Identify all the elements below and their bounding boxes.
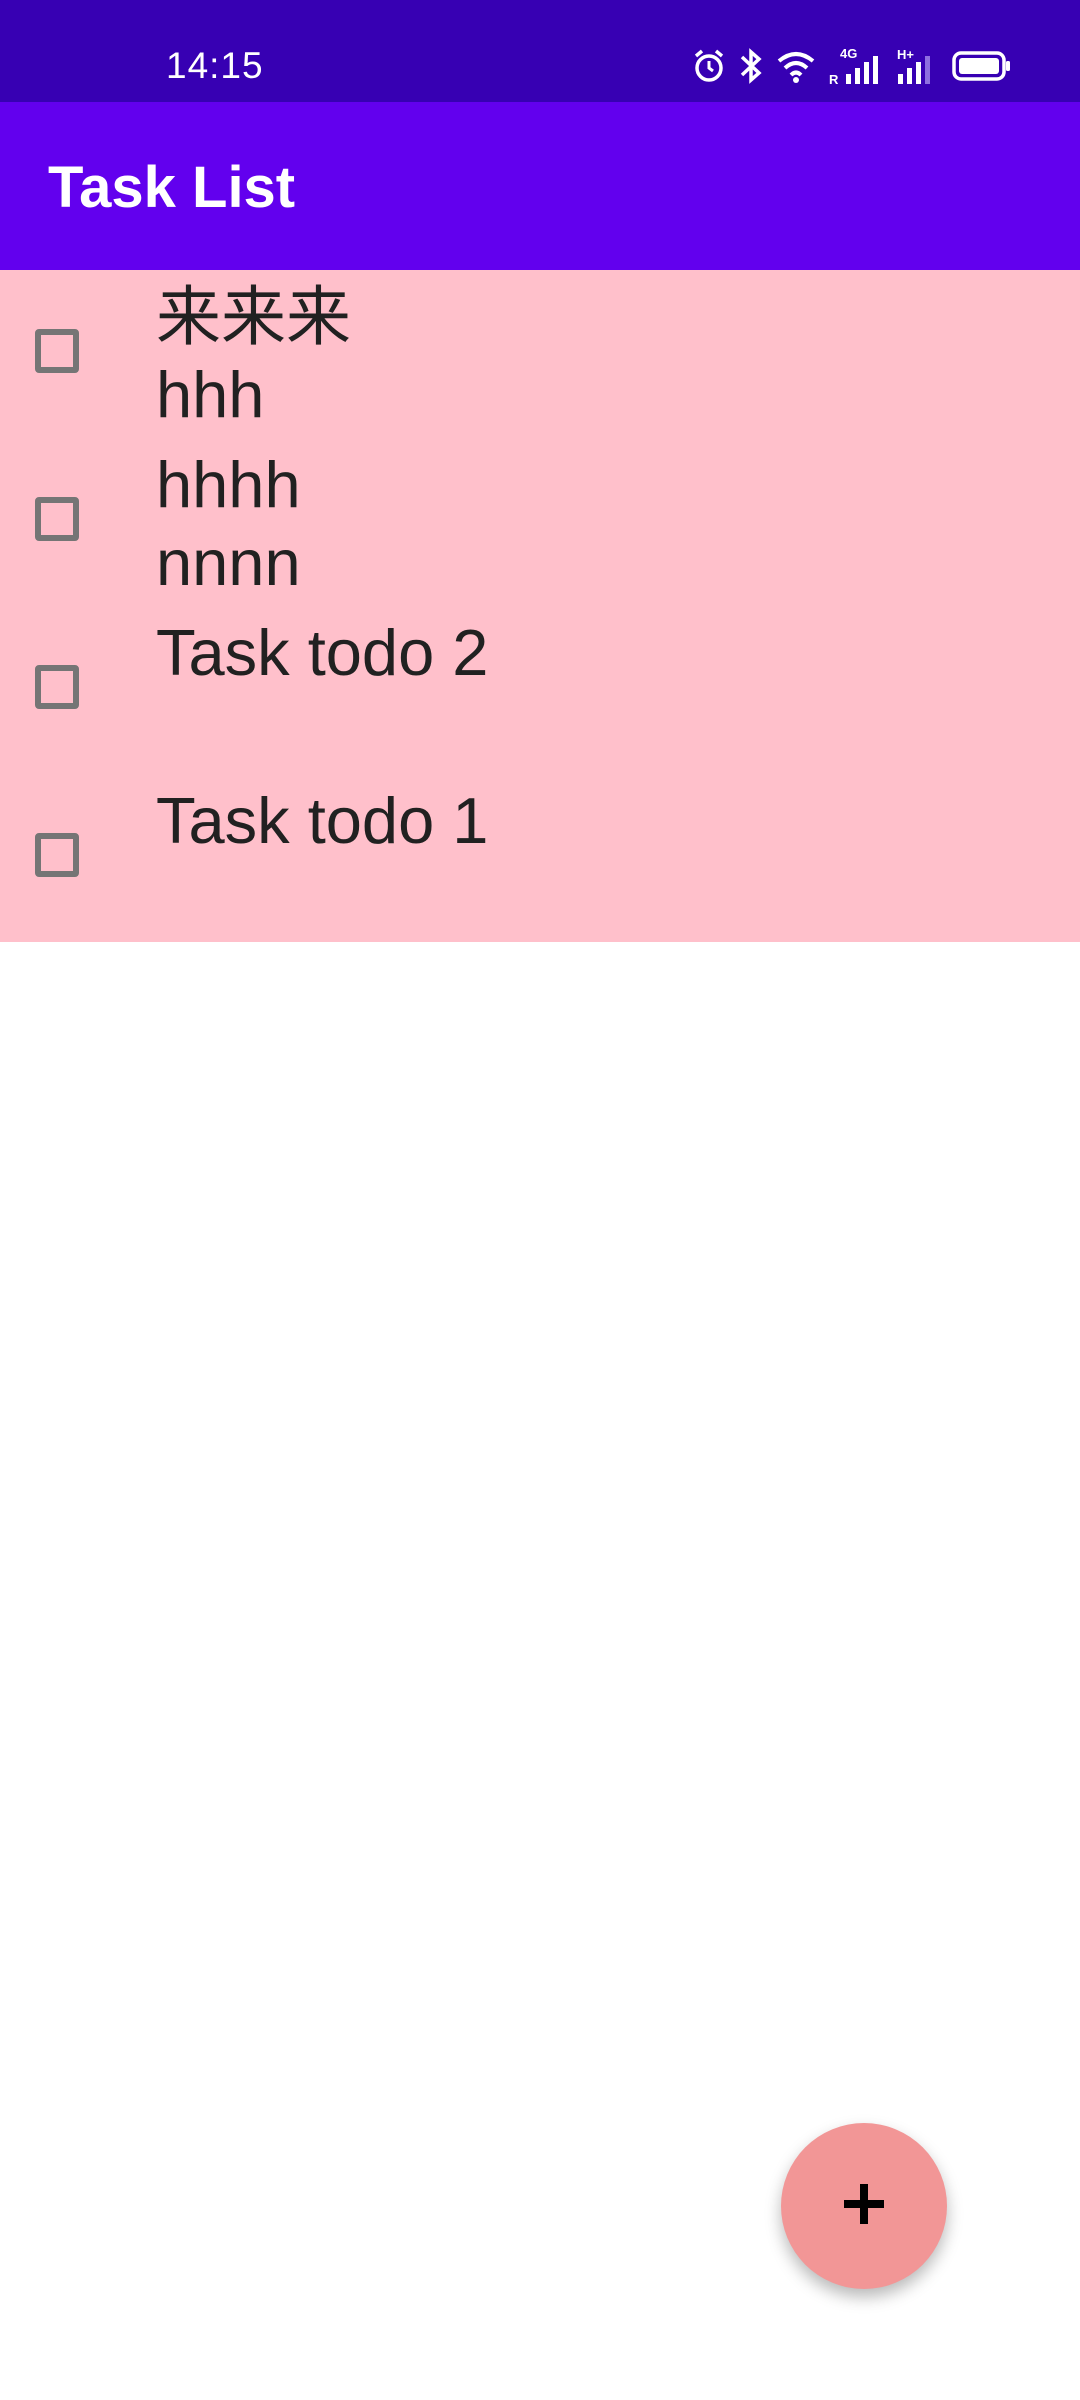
bluetooth-icon (738, 47, 764, 85)
task-text: Task todo 2 (156, 614, 488, 692)
list-item[interactable]: 来来来 hhh (0, 270, 1080, 438)
list-item[interactable]: Task todo 2 (0, 606, 1080, 774)
task-checkbox[interactable] (35, 833, 79, 877)
status-bar: 14:15 4G R H+ (0, 0, 1080, 102)
app-bar: Task List (0, 102, 1080, 270)
status-icons: 4G R H+ (692, 44, 1012, 88)
signal-4g-icon: 4G R (828, 46, 884, 86)
task-checkbox[interactable] (35, 665, 79, 709)
alarm-icon (692, 48, 726, 84)
task-checkbox[interactable] (35, 329, 79, 373)
network-r-label: R (829, 72, 839, 86)
task-title: Task todo 2 (156, 616, 489, 689)
task-checkbox[interactable] (35, 497, 79, 541)
add-task-button[interactable] (781, 2123, 947, 2289)
task-text: hhhh nnnn (156, 446, 301, 602)
task-description: nnnn (156, 526, 301, 599)
task-title: 来来来 (156, 280, 352, 353)
task-description: hhh (156, 358, 265, 431)
task-list[interactable]: 来来来 hhh hhhh nnnn Task todo 2 Task todo … (0, 270, 1080, 942)
network-hplus-label: H+ (897, 47, 914, 62)
wifi-icon (776, 49, 816, 83)
screen: 14:15 4G R H+ Task List 来来来 hhh hhhh nnn… (0, 0, 1080, 2400)
list-item[interactable]: Task todo 1 (0, 774, 1080, 942)
plus-icon (842, 2182, 886, 2231)
status-time: 14:15 (166, 45, 264, 86)
task-title: Task todo 1 (156, 784, 489, 857)
task-title: hhhh (156, 448, 301, 521)
network-4g-label: 4G (840, 46, 857, 61)
page-title: Task List (48, 155, 296, 220)
task-text: 来来来 hhh (156, 278, 351, 434)
list-item[interactable]: hhhh nnnn (0, 438, 1080, 606)
signal-h-plus-icon: H+ (896, 46, 940, 86)
task-text: Task todo 1 (156, 782, 488, 860)
battery-icon (952, 50, 1012, 82)
